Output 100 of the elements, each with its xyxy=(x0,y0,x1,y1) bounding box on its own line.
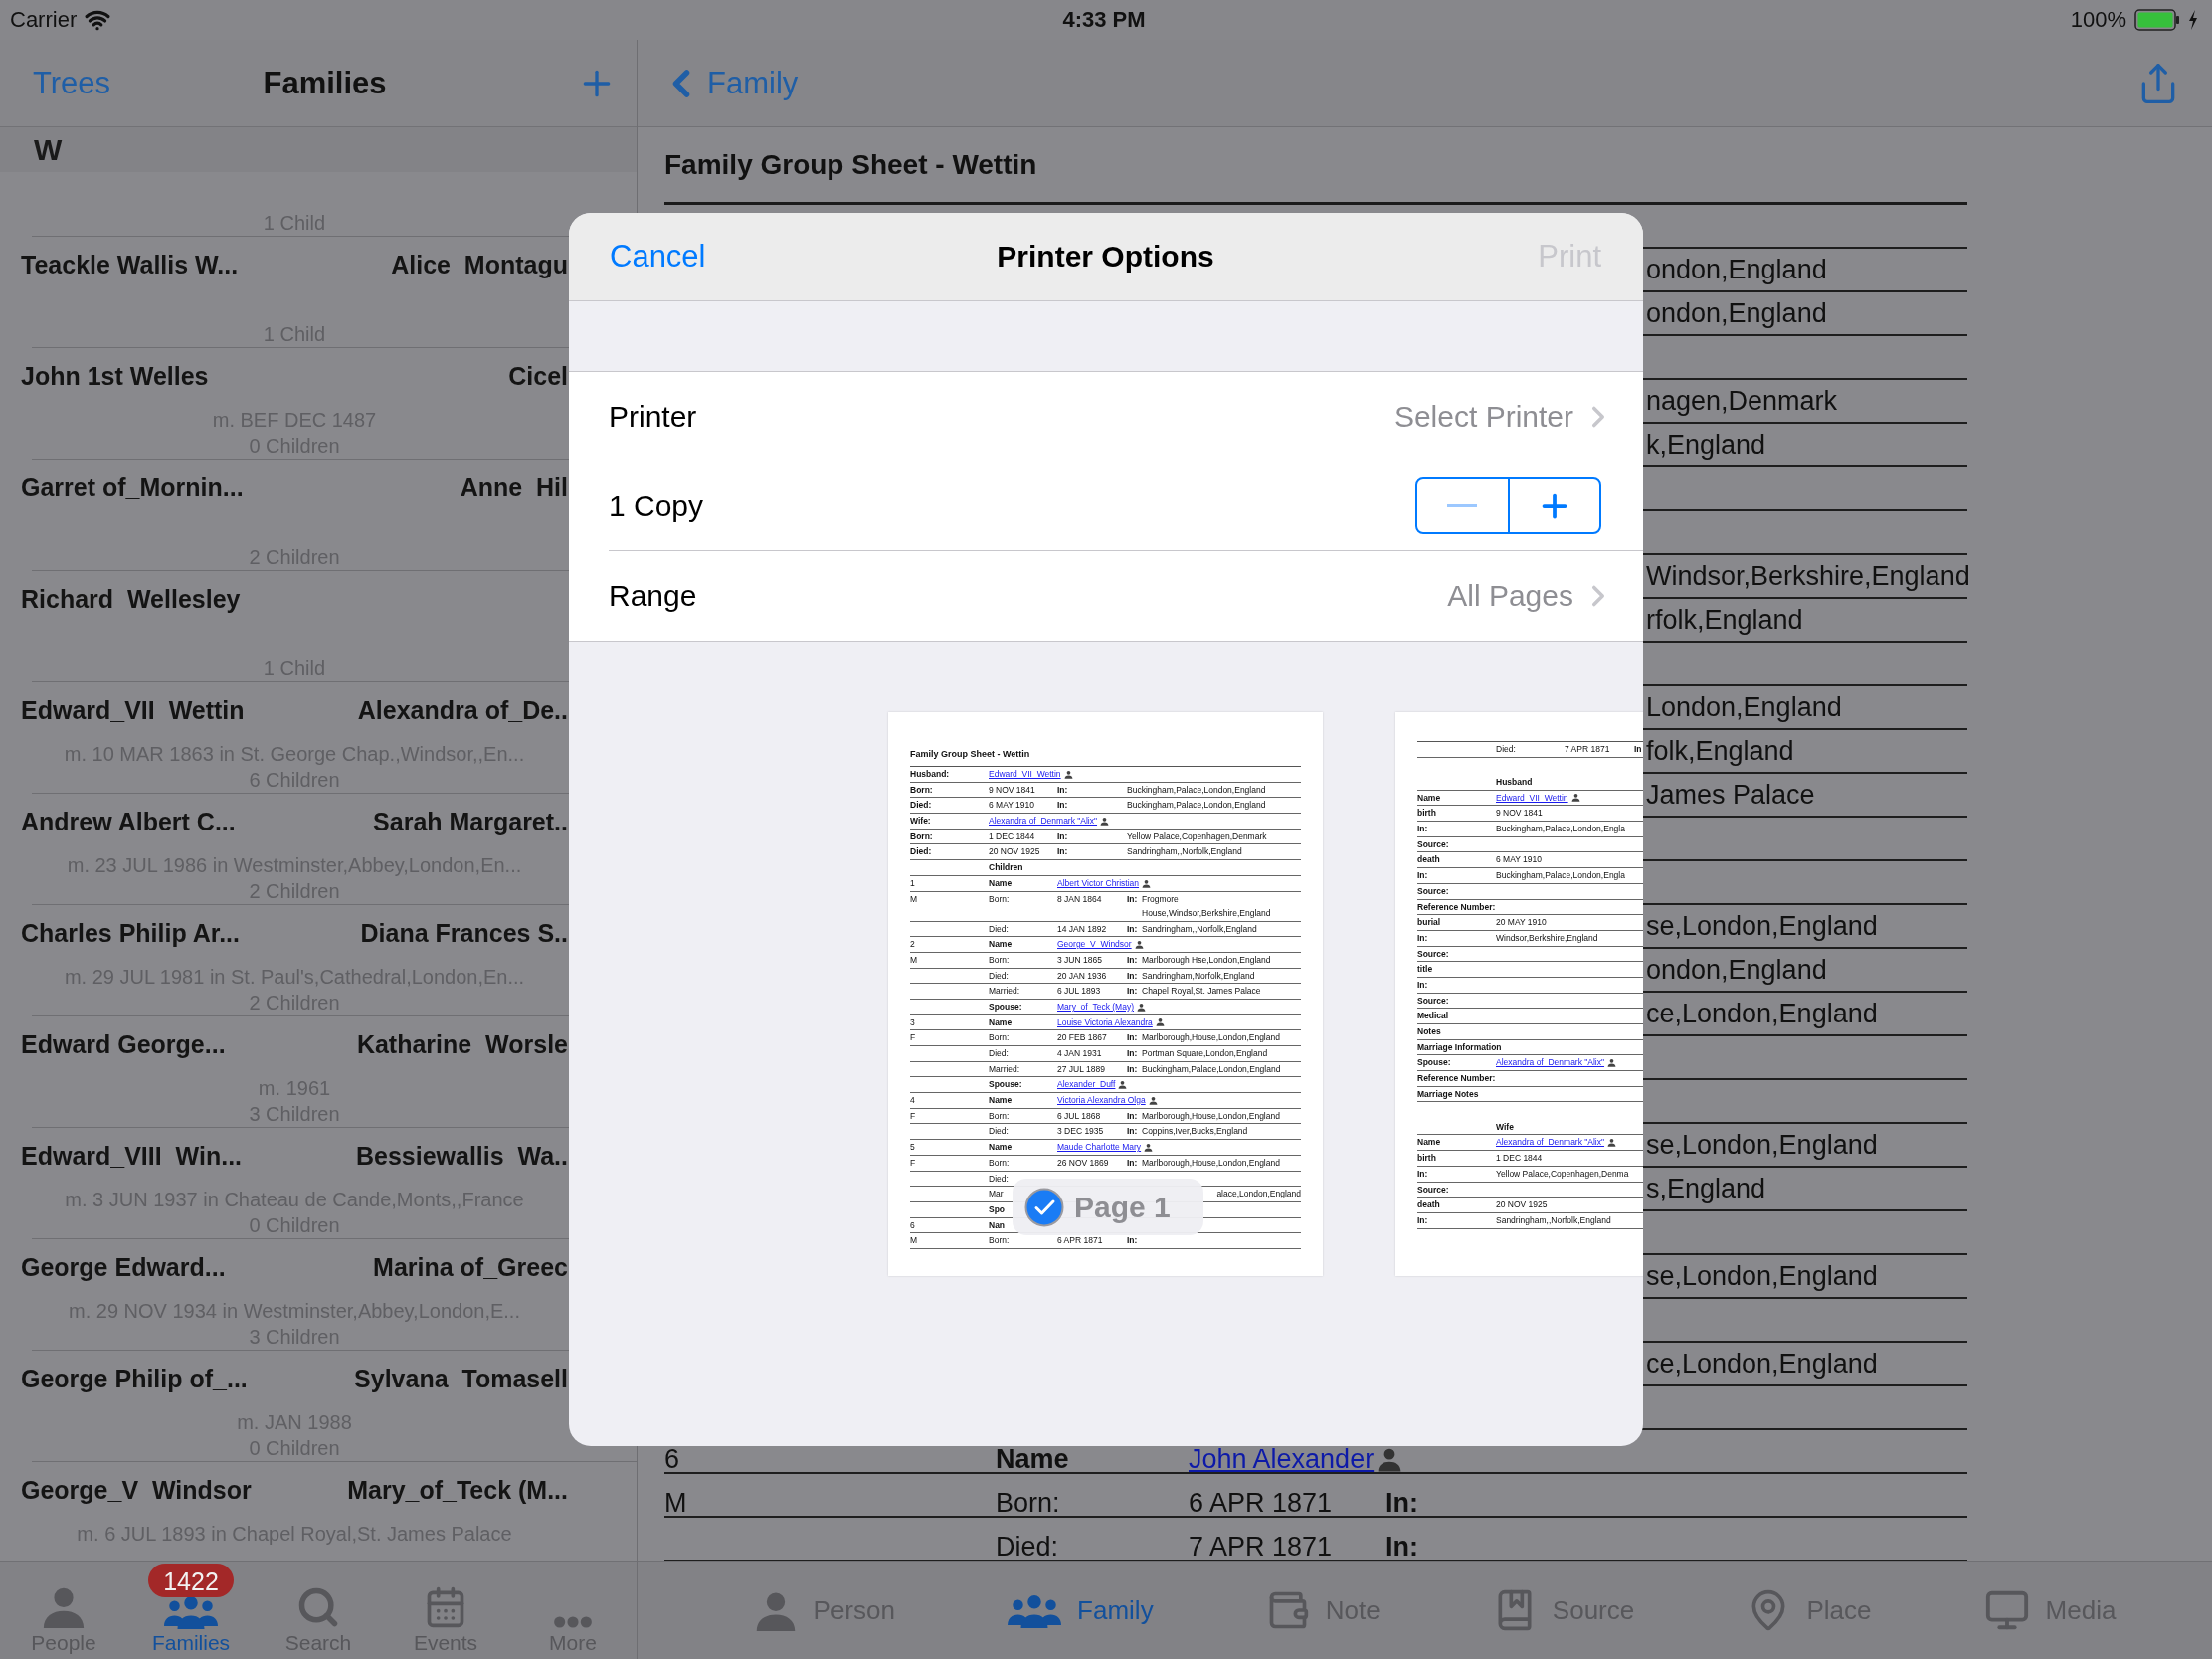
field-label: In: xyxy=(1417,1167,1428,1181)
person-link[interactable]: Alexandra of_Denmark "Alix" xyxy=(1496,1055,1605,1070)
more-icon xyxy=(553,1615,593,1629)
husband-name: Edward_VII Wettin xyxy=(21,695,245,726)
date-text: 9 NOV 1841 xyxy=(989,783,1035,797)
place-text: se,London,England xyxy=(1646,1260,1879,1293)
person-icon xyxy=(1142,878,1152,888)
count-badge: 1422 xyxy=(148,1564,234,1597)
wife-name: Alexandra of_De.. xyxy=(357,695,568,726)
person-icon xyxy=(1144,1142,1154,1152)
person-link[interactable]: Edward_VII Wettin xyxy=(989,767,1061,782)
person-link[interactable]: Maude Charlotte Mary xyxy=(1057,1140,1142,1155)
section-heading: Wife xyxy=(1496,1120,1514,1134)
field-label: death xyxy=(1417,1198,1440,1212)
child-number: 6 xyxy=(664,1446,681,1472)
field-label: birth xyxy=(1417,1152,1436,1166)
person-link[interactable]: Louise Victoria Alexandra xyxy=(1057,1014,1153,1030)
date-text: 7 APR 1871 xyxy=(1565,743,1610,756)
field-label: Notes xyxy=(1417,1025,1441,1038)
person-link[interactable]: Albert Victor Christian xyxy=(1057,875,1140,891)
person-link[interactable]: Mary_of_Teck (May) xyxy=(1057,999,1134,1014)
person-icon xyxy=(1148,1095,1158,1105)
field-value: Buckingham,Palace,London,Engla xyxy=(1496,823,1625,836)
person-icon xyxy=(1155,1017,1165,1027)
sheet-title: Family Group Sheet - Wettin xyxy=(664,149,1037,180)
person-icon xyxy=(1137,1002,1146,1012)
wife-name: Marina of_Greec xyxy=(373,1252,568,1283)
person-icon xyxy=(1118,1080,1128,1090)
place-text: Marlborough,House,London,England xyxy=(1142,1109,1280,1123)
cancel-button[interactable]: Cancel xyxy=(610,239,706,275)
date-text: 20 FEB 1867 xyxy=(1057,1031,1107,1045)
place-text: Buckingham,Palace,London,England xyxy=(1142,1062,1281,1076)
place-text: Buckingham,Palace,London,England xyxy=(1127,799,1266,813)
in-label: In: xyxy=(1127,1125,1138,1139)
families-tab[interactable]: Families 1422 xyxy=(127,1562,255,1659)
place-text: se,London,England xyxy=(1646,1129,1879,1162)
field-label: Name xyxy=(1417,791,1441,805)
field-label: In: xyxy=(1417,869,1428,883)
nav-title: Families xyxy=(263,65,387,101)
husband-name: George_V Windsor xyxy=(21,1475,252,1506)
field-label: In: xyxy=(1417,931,1428,945)
field-label: Medical xyxy=(1417,1010,1449,1023)
date-text: 26 NOV 1869 xyxy=(1057,1156,1109,1170)
wife-name: Cicel xyxy=(508,361,568,392)
field-label: In: xyxy=(1417,823,1428,836)
option-value[interactable]: All Pages xyxy=(1447,579,1615,613)
person-link[interactable]: Alexandra of_Denmark "Alix" xyxy=(1496,1135,1605,1150)
trees-button[interactable]: Trees xyxy=(33,65,111,101)
place-text: se,London,England xyxy=(1646,910,1879,943)
field-label: Reference Number: xyxy=(1417,1072,1496,1086)
field-value: 6 MAY 1910 xyxy=(1496,853,1542,867)
wife-name: Katharine Worsle xyxy=(356,1029,568,1060)
back-button[interactable]: Family xyxy=(659,61,799,105)
field-label: Nan xyxy=(989,1218,1006,1232)
person-link[interactable]: George_V Windsor xyxy=(1057,937,1132,952)
date-text: 14 JAN 1892 xyxy=(1057,922,1107,936)
husband-name: Edward George... xyxy=(21,1029,226,1060)
place-text: ce,London,England xyxy=(1646,1348,1879,1381)
page-preview[interactable] xyxy=(888,712,1323,1276)
field-label: Died: xyxy=(989,1172,1009,1186)
field-value: 9 NOV 1841 xyxy=(1496,807,1543,821)
page-label: Page 1 xyxy=(1074,1190,1171,1224)
field-value: Sandringham,,Norfolk,England xyxy=(1496,1213,1611,1227)
field-label: Husband: xyxy=(910,768,950,781)
in-label: In xyxy=(1634,743,1642,756)
person-link[interactable]: Edward_VII Wettin xyxy=(1496,790,1568,806)
field-value: Windsor,Berkshire,England xyxy=(1496,931,1598,945)
person-link[interactable]: Alexander Duff xyxy=(1057,1077,1116,1092)
field-label: Reference Number: xyxy=(1417,900,1496,914)
field-label: Name xyxy=(989,938,1013,952)
place-text: nagen,Denmark xyxy=(1646,385,1839,418)
field-label: Born: xyxy=(989,1109,1010,1123)
person-icon xyxy=(1377,1446,1403,1472)
person-icon xyxy=(1570,793,1580,803)
husband-name: Edward_VIII Win... xyxy=(21,1141,243,1172)
date-text: 3 JUN 1865 xyxy=(1057,953,1102,967)
person-icon xyxy=(1134,939,1144,949)
option-value[interactable]: Select Printer xyxy=(1393,399,1615,434)
date-text: 20 NOV 1925 xyxy=(989,845,1040,859)
in-label: In: xyxy=(1127,892,1138,906)
dialog-title: Printer Options xyxy=(997,240,1214,274)
field-label: Born: xyxy=(989,1031,1010,1045)
field-value: Buckingham,Palace,London,Engla xyxy=(1496,869,1625,883)
checkmark-icon[interactable] xyxy=(1024,1187,1064,1227)
person-link[interactable]: Alexandra of_Denmark "Alix" xyxy=(989,814,1098,829)
field-label: Source: xyxy=(1417,884,1449,898)
person-icon xyxy=(1100,816,1110,826)
place-text: ce,London,England xyxy=(1646,998,1879,1030)
field-label: Source: xyxy=(1417,837,1449,851)
in-label: In: xyxy=(1057,845,1068,859)
place-text: Marlborough,House,London,England xyxy=(1142,1031,1280,1045)
wife-name: Bessiewallis Wa.. xyxy=(355,1141,568,1172)
date-text: 4 JAN 1931 xyxy=(1057,1047,1102,1060)
person-link[interactable]: John Alexander xyxy=(1189,1446,1375,1472)
field-label: Born: xyxy=(989,892,1010,906)
child-number: 6 xyxy=(910,1218,915,1232)
section-tab[interactable]: Family xyxy=(1008,1591,1154,1629)
field-label: death xyxy=(1417,853,1440,867)
in-label: In: xyxy=(1127,922,1138,936)
person-link[interactable]: Victoria Alexandra Olga xyxy=(1057,1093,1146,1108)
